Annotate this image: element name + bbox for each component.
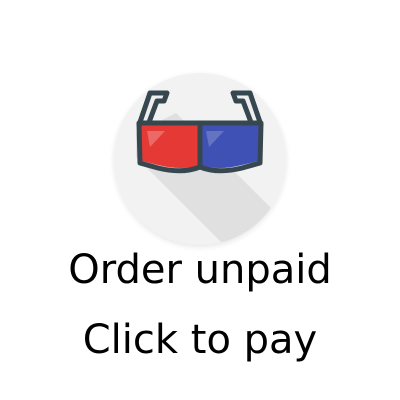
click-to-pay-link[interactable]: Click to pay	[0, 317, 400, 363]
3d-glasses-icon	[136, 90, 286, 245]
unpaid-order-screen: Order unpaid Click to pay	[0, 0, 400, 400]
right-temple	[230, 90, 264, 128]
order-status-text: Order unpaid	[68, 247, 332, 293]
app-icon[interactable]	[114, 73, 286, 245]
